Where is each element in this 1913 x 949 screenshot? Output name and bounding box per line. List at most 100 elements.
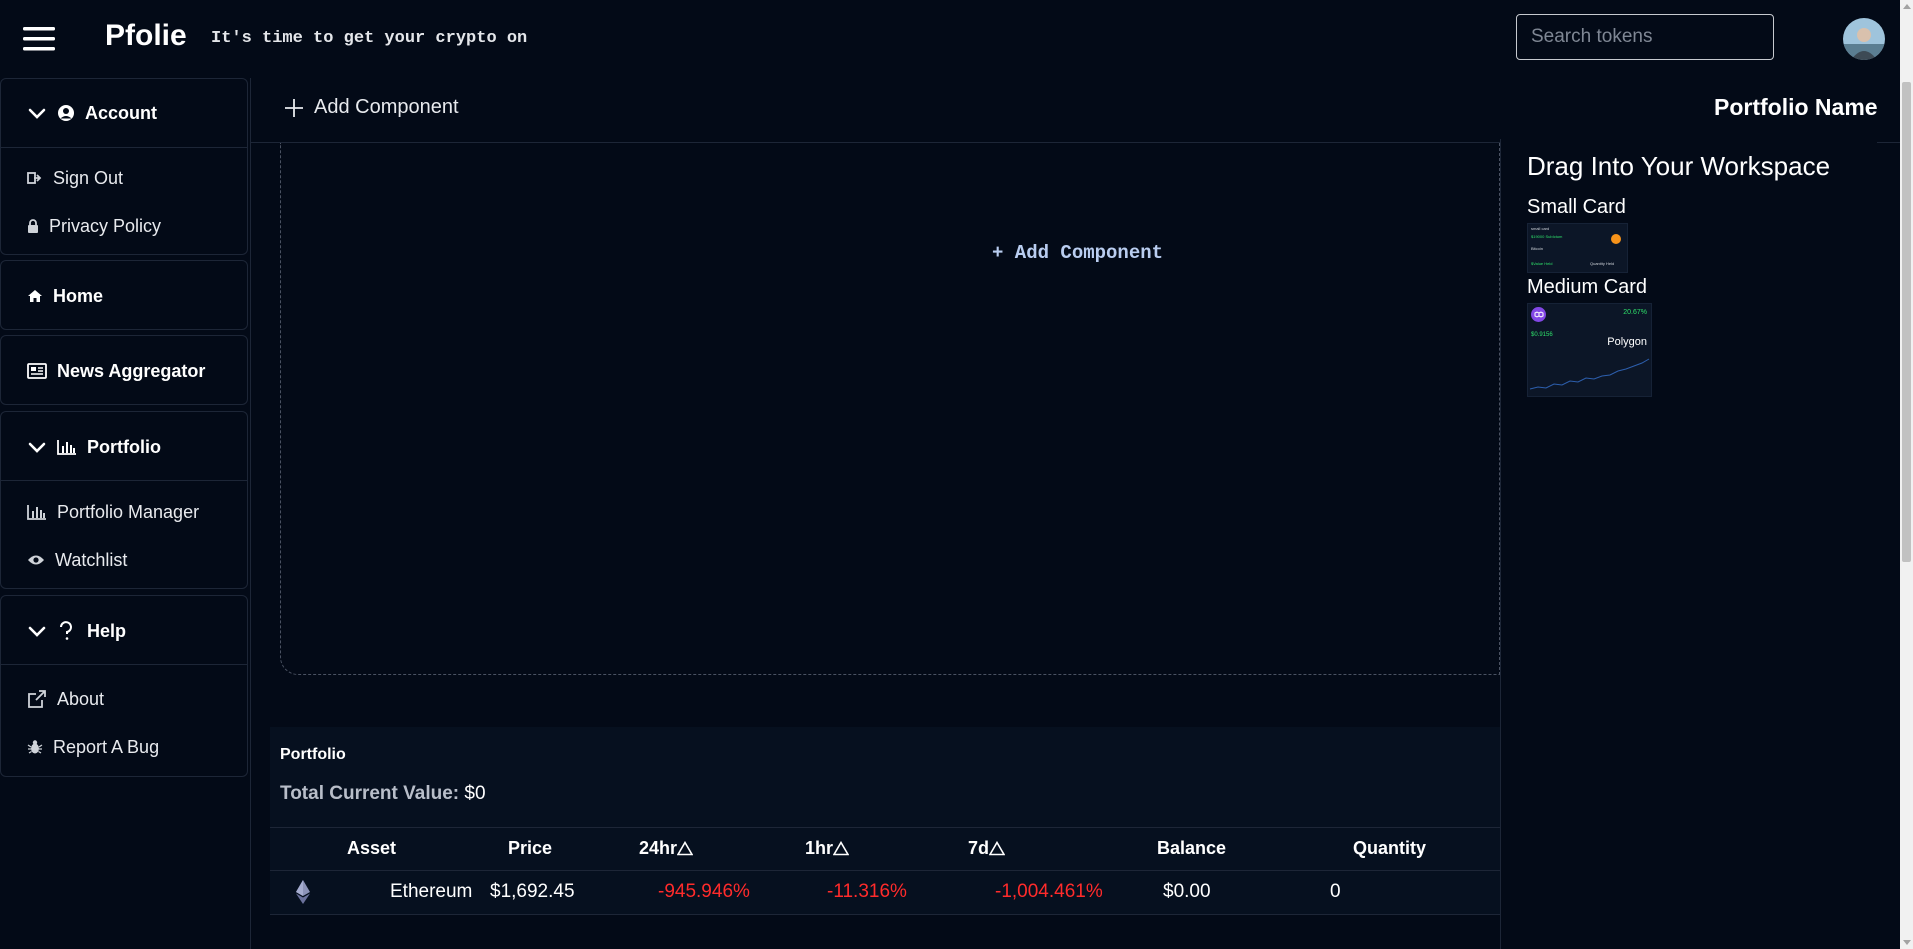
about-link[interactable]: About bbox=[27, 679, 104, 719]
account-section: Account Sign Out Privacy Policy bbox=[0, 78, 248, 255]
small-card-preview-text: $19000 SubIctum bbox=[1531, 234, 1563, 239]
help-header[interactable]: Help bbox=[1, 596, 247, 665]
asset-price: $1,692.45 bbox=[490, 881, 575, 902]
total-value-label: Total Current Value: bbox=[280, 783, 460, 804]
table-header: Asset Price 24hr 1hr 7d Balance Quantity bbox=[270, 827, 1500, 871]
small-card-preview-text: small card bbox=[1531, 226, 1550, 231]
sign-out-label: Sign Out bbox=[53, 167, 124, 188]
asset-name: Ethereum bbox=[390, 881, 473, 902]
watchlist-label: Watchlist bbox=[55, 549, 128, 570]
portfolio-section: Portfolio Portfolio Manager Watchlist bbox=[0, 411, 248, 589]
portfolio-label: Portfolio bbox=[87, 436, 161, 457]
add-component-button[interactable]: Add Component bbox=[284, 96, 459, 119]
brand-logo[interactable]: Pfolie bbox=[105, 19, 187, 53]
external-link-icon bbox=[27, 689, 47, 709]
medium-card-preview-price: $0.9156 bbox=[1531, 332, 1553, 338]
bitcoin-icon bbox=[1611, 234, 1621, 244]
main-header: Add Component bbox=[251, 78, 1900, 143]
home-label: Home bbox=[53, 285, 104, 306]
triangle-icon bbox=[989, 841, 1006, 856]
privacy-policy-link[interactable]: Privacy Policy bbox=[27, 206, 161, 246]
sign-out-link[interactable]: Sign Out bbox=[27, 158, 123, 198]
asset-balance: $0.00 bbox=[1163, 881, 1211, 902]
sidebar: Account Sign Out Privacy Policy Home New… bbox=[0, 78, 251, 949]
user-circle-icon bbox=[57, 104, 75, 122]
chevron-down-icon bbox=[27, 621, 47, 641]
tagline: It's time to get your crypto on bbox=[211, 29, 528, 48]
scroll-up-icon[interactable] bbox=[1903, 4, 1911, 9]
bar-chart-icon bbox=[57, 439, 77, 455]
column-header-7d[interactable]: 7d bbox=[968, 838, 1006, 859]
portfolio-name-title[interactable]: Portfolio Name bbox=[1714, 94, 1878, 121]
portfolio-manager-label: Portfolio Manager bbox=[57, 501, 200, 522]
plus-icon bbox=[284, 98, 304, 118]
asset-quantity: 0 bbox=[1330, 881, 1341, 902]
total-current-value: Total Current Value: $0 bbox=[280, 783, 486, 805]
account-label: Account bbox=[85, 102, 157, 123]
home-section[interactable]: Home bbox=[0, 260, 248, 330]
page-scrollbar[interactable] bbox=[1900, 0, 1913, 949]
portfolio-manager-link[interactable]: Portfolio Manager bbox=[27, 492, 199, 532]
portfolio-table-title: Portfolio bbox=[280, 746, 346, 763]
change-7d: -1,004.461% bbox=[995, 881, 1103, 902]
bar-chart-icon bbox=[27, 504, 47, 520]
component-palette: Drag Into Your Workspace Small Card smal… bbox=[1500, 139, 1877, 949]
home-icon bbox=[27, 289, 43, 303]
small-card-preview[interactable]: small card $19000 SubIctum Bitcoin $Valu… bbox=[1527, 223, 1628, 273]
question-icon bbox=[59, 621, 73, 641]
triangle-icon bbox=[833, 841, 850, 856]
column-header-quantity[interactable]: Quantity bbox=[1353, 838, 1426, 859]
change-24hr: -945.946% bbox=[658, 881, 750, 902]
medium-card-preview-change: 20.67% bbox=[1623, 309, 1647, 316]
watchlist-link[interactable]: Watchlist bbox=[27, 540, 127, 580]
small-card-preview-text: $Value Held bbox=[1531, 261, 1553, 266]
bug-icon bbox=[27, 739, 43, 755]
table-row[interactable]: Ethereum $1,692.45 -945.946% -11.316% -1… bbox=[270, 869, 1500, 915]
column-header-24hr-label: 24hr bbox=[639, 838, 678, 858]
chevron-down-icon bbox=[27, 437, 47, 457]
total-value-amount: $0 bbox=[464, 783, 486, 804]
polygon-icon bbox=[1531, 307, 1546, 322]
column-header-24hr[interactable]: 24hr bbox=[639, 838, 694, 859]
portfolio-summary: Portfolio Total Current Value: $0 Asset … bbox=[270, 727, 1500, 915]
scroll-down-icon[interactable] bbox=[1903, 940, 1911, 945]
small-card-preview-text: Bitcoin bbox=[1531, 246, 1544, 251]
palette-title: Drag Into Your Workspace bbox=[1527, 151, 1831, 181]
newspaper-icon bbox=[27, 363, 47, 379]
account-header[interactable]: Account bbox=[1, 79, 247, 148]
help-section: Help About Report A Bug bbox=[0, 595, 248, 777]
search-input[interactable] bbox=[1516, 14, 1774, 60]
hamburger-menu-icon[interactable] bbox=[22, 24, 56, 54]
help-label: Help bbox=[87, 620, 127, 641]
about-label: About bbox=[57, 688, 105, 709]
column-header-1hr-label: 1hr bbox=[805, 838, 834, 858]
workspace-dropzone[interactable] bbox=[280, 143, 1500, 675]
report-bug-link[interactable]: Report A Bug bbox=[27, 727, 159, 767]
scrollbar-thumb[interactable] bbox=[1902, 82, 1911, 562]
column-header-asset[interactable]: Asset bbox=[347, 838, 396, 859]
medium-card-label: Medium Card bbox=[1527, 276, 1648, 298]
news-aggregator-label: News Aggregator bbox=[57, 360, 206, 381]
ethereum-icon bbox=[296, 880, 310, 904]
lock-icon bbox=[27, 218, 39, 234]
privacy-policy-label: Privacy Policy bbox=[49, 215, 162, 236]
triangle-icon bbox=[677, 841, 694, 856]
workspace-add-component-button[interactable]: + Add Component bbox=[992, 242, 1163, 264]
chevron-down-icon bbox=[27, 103, 47, 123]
eye-icon bbox=[27, 554, 45, 566]
medium-card-preview-name: Polygon bbox=[1607, 336, 1647, 348]
avatar[interactable] bbox=[1843, 18, 1885, 60]
report-bug-label: Report A Bug bbox=[53, 736, 160, 757]
small-card-label: Small Card bbox=[1527, 196, 1626, 218]
column-header-1hr[interactable]: 1hr bbox=[805, 838, 850, 859]
portfolio-header[interactable]: Portfolio bbox=[1, 412, 247, 481]
column-header-price[interactable]: Price bbox=[508, 838, 552, 859]
medium-card-preview[interactable]: 20.67% $0.9156 Polygon bbox=[1527, 303, 1652, 397]
add-component-label: Add Component bbox=[314, 96, 459, 118]
sign-out-icon bbox=[27, 171, 43, 185]
medium-card-preview-sparkline bbox=[1529, 358, 1650, 390]
column-header-balance[interactable]: Balance bbox=[1157, 838, 1226, 859]
news-aggregator-section[interactable]: News Aggregator bbox=[0, 335, 248, 405]
column-header-7d-label: 7d bbox=[968, 838, 990, 858]
change-1hr: -11.316% bbox=[827, 881, 907, 902]
